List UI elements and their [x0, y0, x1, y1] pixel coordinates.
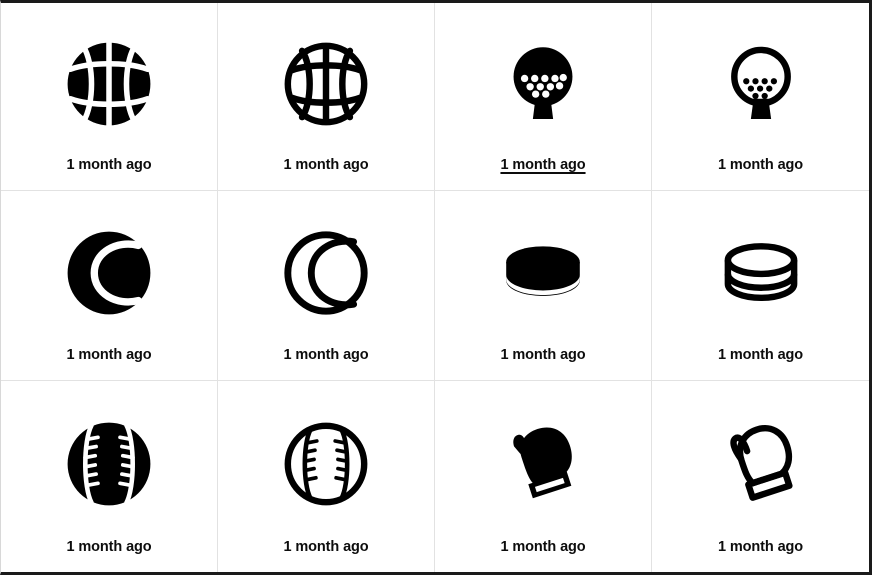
icon-card-boxing-glove-outline[interactable]: 1 month ago: [652, 381, 869, 572]
icon-grid-page: 1 month ago 1 month ago 1 month ago 1 mo…: [0, 0, 872, 575]
icon-card-boxing-glove-filled[interactable]: 1 month ago: [435, 381, 652, 572]
icon-card-baseball-outline[interactable]: 1 month ago: [218, 381, 435, 572]
icon-card-timestamp[interactable]: 1 month ago: [283, 347, 368, 380]
tennis-ball-filled-icon: [1, 191, 217, 348]
baseball-filled-icon: [1, 381, 217, 540]
icon-card-timestamp[interactable]: 1 month ago: [718, 539, 803, 572]
hockey-puck-outline-icon: [652, 191, 869, 348]
golf-ball-tee-filled-icon: [435, 3, 651, 158]
icon-card-tennis-ball-filled[interactable]: 1 month ago: [1, 191, 218, 381]
icon-card-timestamp[interactable]: 1 month ago: [500, 157, 585, 190]
icon-grid: 1 month ago 1 month ago 1 month ago 1 mo…: [1, 3, 869, 572]
baseball-outline-icon: [218, 381, 434, 540]
icon-card-baseball-filled[interactable]: 1 month ago: [1, 381, 218, 572]
icon-card-timestamp[interactable]: 1 month ago: [66, 347, 151, 380]
icon-card-timestamp[interactable]: 1 month ago: [718, 157, 803, 190]
icon-card-timestamp[interactable]: 1 month ago: [66, 157, 151, 190]
icon-card-basketball-outline[interactable]: 1 month ago: [218, 3, 435, 191]
icon-card-timestamp[interactable]: 1 month ago: [500, 539, 585, 572]
basketball-filled-icon: [1, 3, 217, 158]
icon-card-tennis-ball-outline[interactable]: 1 month ago: [218, 191, 435, 381]
icon-card-basketball-filled[interactable]: 1 month ago: [1, 3, 218, 191]
icon-card-timestamp[interactable]: 1 month ago: [718, 347, 803, 380]
icon-card-hockey-puck-outline[interactable]: 1 month ago: [652, 191, 869, 381]
icon-card-timestamp[interactable]: 1 month ago: [66, 539, 151, 572]
icon-card-hockey-puck-filled[interactable]: 1 month ago: [435, 191, 652, 381]
boxing-glove-filled-icon: [435, 381, 651, 540]
tennis-ball-outline-icon: [218, 191, 434, 348]
basketball-outline-icon: [218, 3, 434, 158]
icon-card-golf-ball-outline[interactable]: 1 month ago: [652, 3, 869, 191]
golf-ball-tee-outline-icon: [652, 3, 869, 158]
icon-card-timestamp[interactable]: 1 month ago: [283, 157, 368, 190]
icon-card-timestamp[interactable]: 1 month ago: [283, 539, 368, 572]
hockey-puck-filled-icon: [435, 191, 651, 348]
boxing-glove-outline-icon: [652, 381, 869, 540]
icon-card-timestamp[interactable]: 1 month ago: [500, 347, 585, 380]
icon-card-golf-ball-filled[interactable]: 1 month ago: [435, 3, 652, 191]
